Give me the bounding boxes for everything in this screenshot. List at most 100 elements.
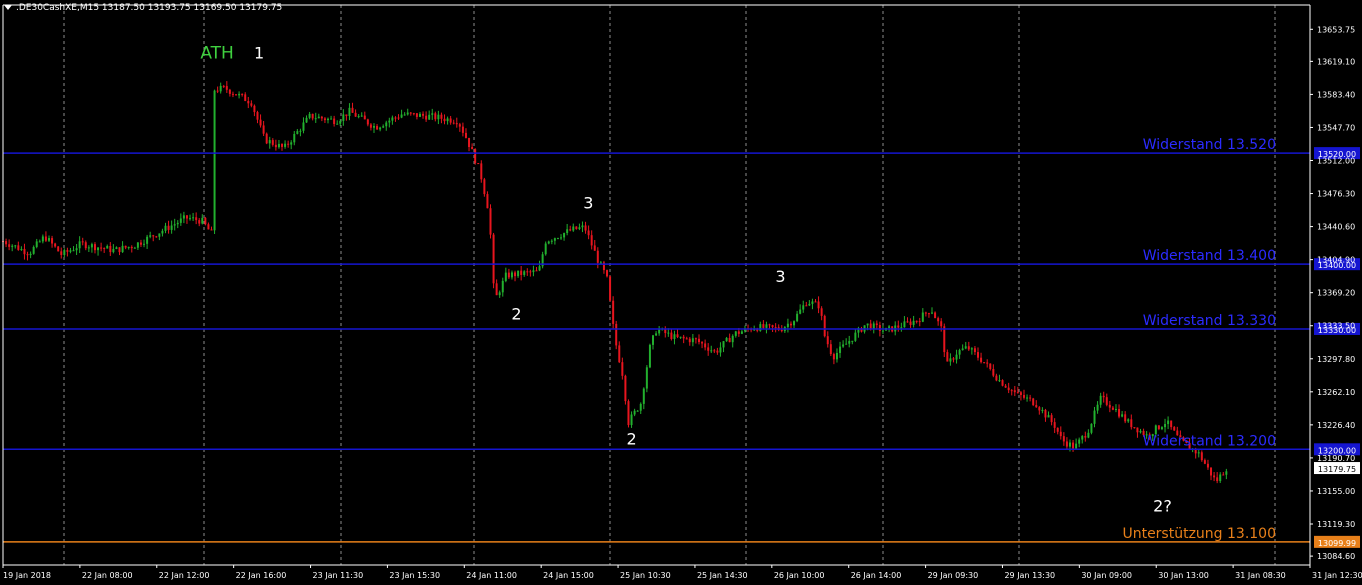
candle-body <box>642 388 645 404</box>
candle-body <box>584 225 587 231</box>
x-tick-label: 25 Jan 10:30 <box>620 571 671 580</box>
support-label: Unterstützung 13.100 <box>1122 526 1276 542</box>
candle-body <box>66 250 69 252</box>
candle-body <box>704 343 707 348</box>
x-tick-label: 25 Jan 14:30 <box>697 571 748 580</box>
candle-body <box>305 117 308 123</box>
y-tick-label: 13155.00 <box>1317 487 1355 496</box>
y-tick-label: 13512.00 <box>1317 157 1355 166</box>
candle-body <box>563 233 566 238</box>
candle-body <box>480 163 483 180</box>
candle-body <box>685 338 688 340</box>
candle-body <box>1170 420 1173 428</box>
candle-body <box>38 241 41 243</box>
candle-body <box>106 245 109 249</box>
candle-body <box>41 236 44 242</box>
wave-label: 2? <box>1153 496 1172 515</box>
wave-label: 3 <box>583 194 593 213</box>
candle-body <box>428 114 431 120</box>
candle-body <box>805 305 808 307</box>
candle-body <box>575 226 578 230</box>
candle-body <box>839 346 842 353</box>
chevron-down-icon[interactable] <box>4 5 12 10</box>
candle-body <box>336 123 339 125</box>
candle-body <box>1111 407 1114 410</box>
candle-body <box>238 93 241 96</box>
candle-body <box>998 380 1001 382</box>
candle-body <box>354 112 357 117</box>
candle-body <box>977 352 980 358</box>
candle-body <box>256 112 259 120</box>
candle-body <box>1099 395 1102 405</box>
candle-body <box>412 113 415 115</box>
candle-body <box>489 208 492 235</box>
candle-body <box>225 86 228 90</box>
candle-body <box>1090 423 1093 433</box>
candle-body <box>47 238 50 241</box>
candle-body <box>667 332 670 334</box>
candle-body <box>1081 436 1084 440</box>
candle-body <box>385 122 388 127</box>
candle-body <box>1087 432 1090 438</box>
candle-body <box>710 350 713 352</box>
candle-body <box>176 222 179 225</box>
candle-body <box>63 250 66 255</box>
candle-body <box>851 340 854 342</box>
candle-body <box>1059 431 1062 437</box>
candle-body <box>694 338 697 340</box>
candle-body <box>1130 419 1133 428</box>
candle-body <box>1124 414 1127 422</box>
candle-body <box>538 266 541 271</box>
candle-body <box>78 241 81 249</box>
candle-body <box>921 312 924 322</box>
candle-body <box>219 85 222 92</box>
candle-body <box>734 331 737 336</box>
candle-body <box>992 368 995 376</box>
candle-body <box>1096 404 1099 411</box>
candle-body <box>152 235 155 237</box>
candle-body <box>912 320 915 325</box>
candle-body <box>207 224 210 230</box>
candle-body <box>1072 442 1075 449</box>
candle-body <box>498 292 501 296</box>
candle-body <box>1056 427 1059 432</box>
candle-body <box>84 242 87 249</box>
candle-body <box>422 113 425 116</box>
candle-body <box>210 229 213 231</box>
candle-body <box>612 300 615 324</box>
candle-body <box>507 272 510 278</box>
candle-body <box>504 272 507 281</box>
candle-body <box>875 323 878 326</box>
candle-body <box>535 270 538 272</box>
candle-body <box>955 354 958 360</box>
candle-body <box>1022 395 1025 398</box>
candle-body <box>523 271 526 275</box>
candle-body <box>277 143 280 148</box>
candle-body <box>624 375 627 402</box>
candle-body <box>697 338 700 343</box>
candle-body <box>814 301 817 303</box>
candle-body <box>937 318 940 322</box>
candle-body <box>1225 471 1228 475</box>
candle-body <box>618 345 621 363</box>
candle-body <box>550 240 553 242</box>
resistance-label: Widerstand 13.400 <box>1143 248 1276 264</box>
candle-body <box>676 334 679 338</box>
candle-body <box>311 113 314 119</box>
candle-body <box>599 262 602 264</box>
price-chart[interactable]: Widerstand 13.52013520.00Widerstand 13.4… <box>0 0 1362 585</box>
y-tick-label: 13119.30 <box>1317 520 1355 529</box>
candle-body <box>544 243 547 255</box>
candle-body <box>627 401 630 426</box>
candle-body <box>124 245 127 248</box>
wave-label: 1 <box>254 44 264 63</box>
current-price-tag-text: 13179.75 <box>1318 465 1356 474</box>
y-tick-label: 13262.10 <box>1317 388 1355 397</box>
candle-body <box>1213 475 1216 478</box>
candle-body <box>204 217 207 225</box>
x-tick-label: 22 Jan 08:00 <box>82 571 133 580</box>
candle-body <box>645 367 648 389</box>
candle-body <box>1167 420 1170 425</box>
candle-body <box>1068 442 1071 447</box>
candle-body <box>54 243 57 247</box>
